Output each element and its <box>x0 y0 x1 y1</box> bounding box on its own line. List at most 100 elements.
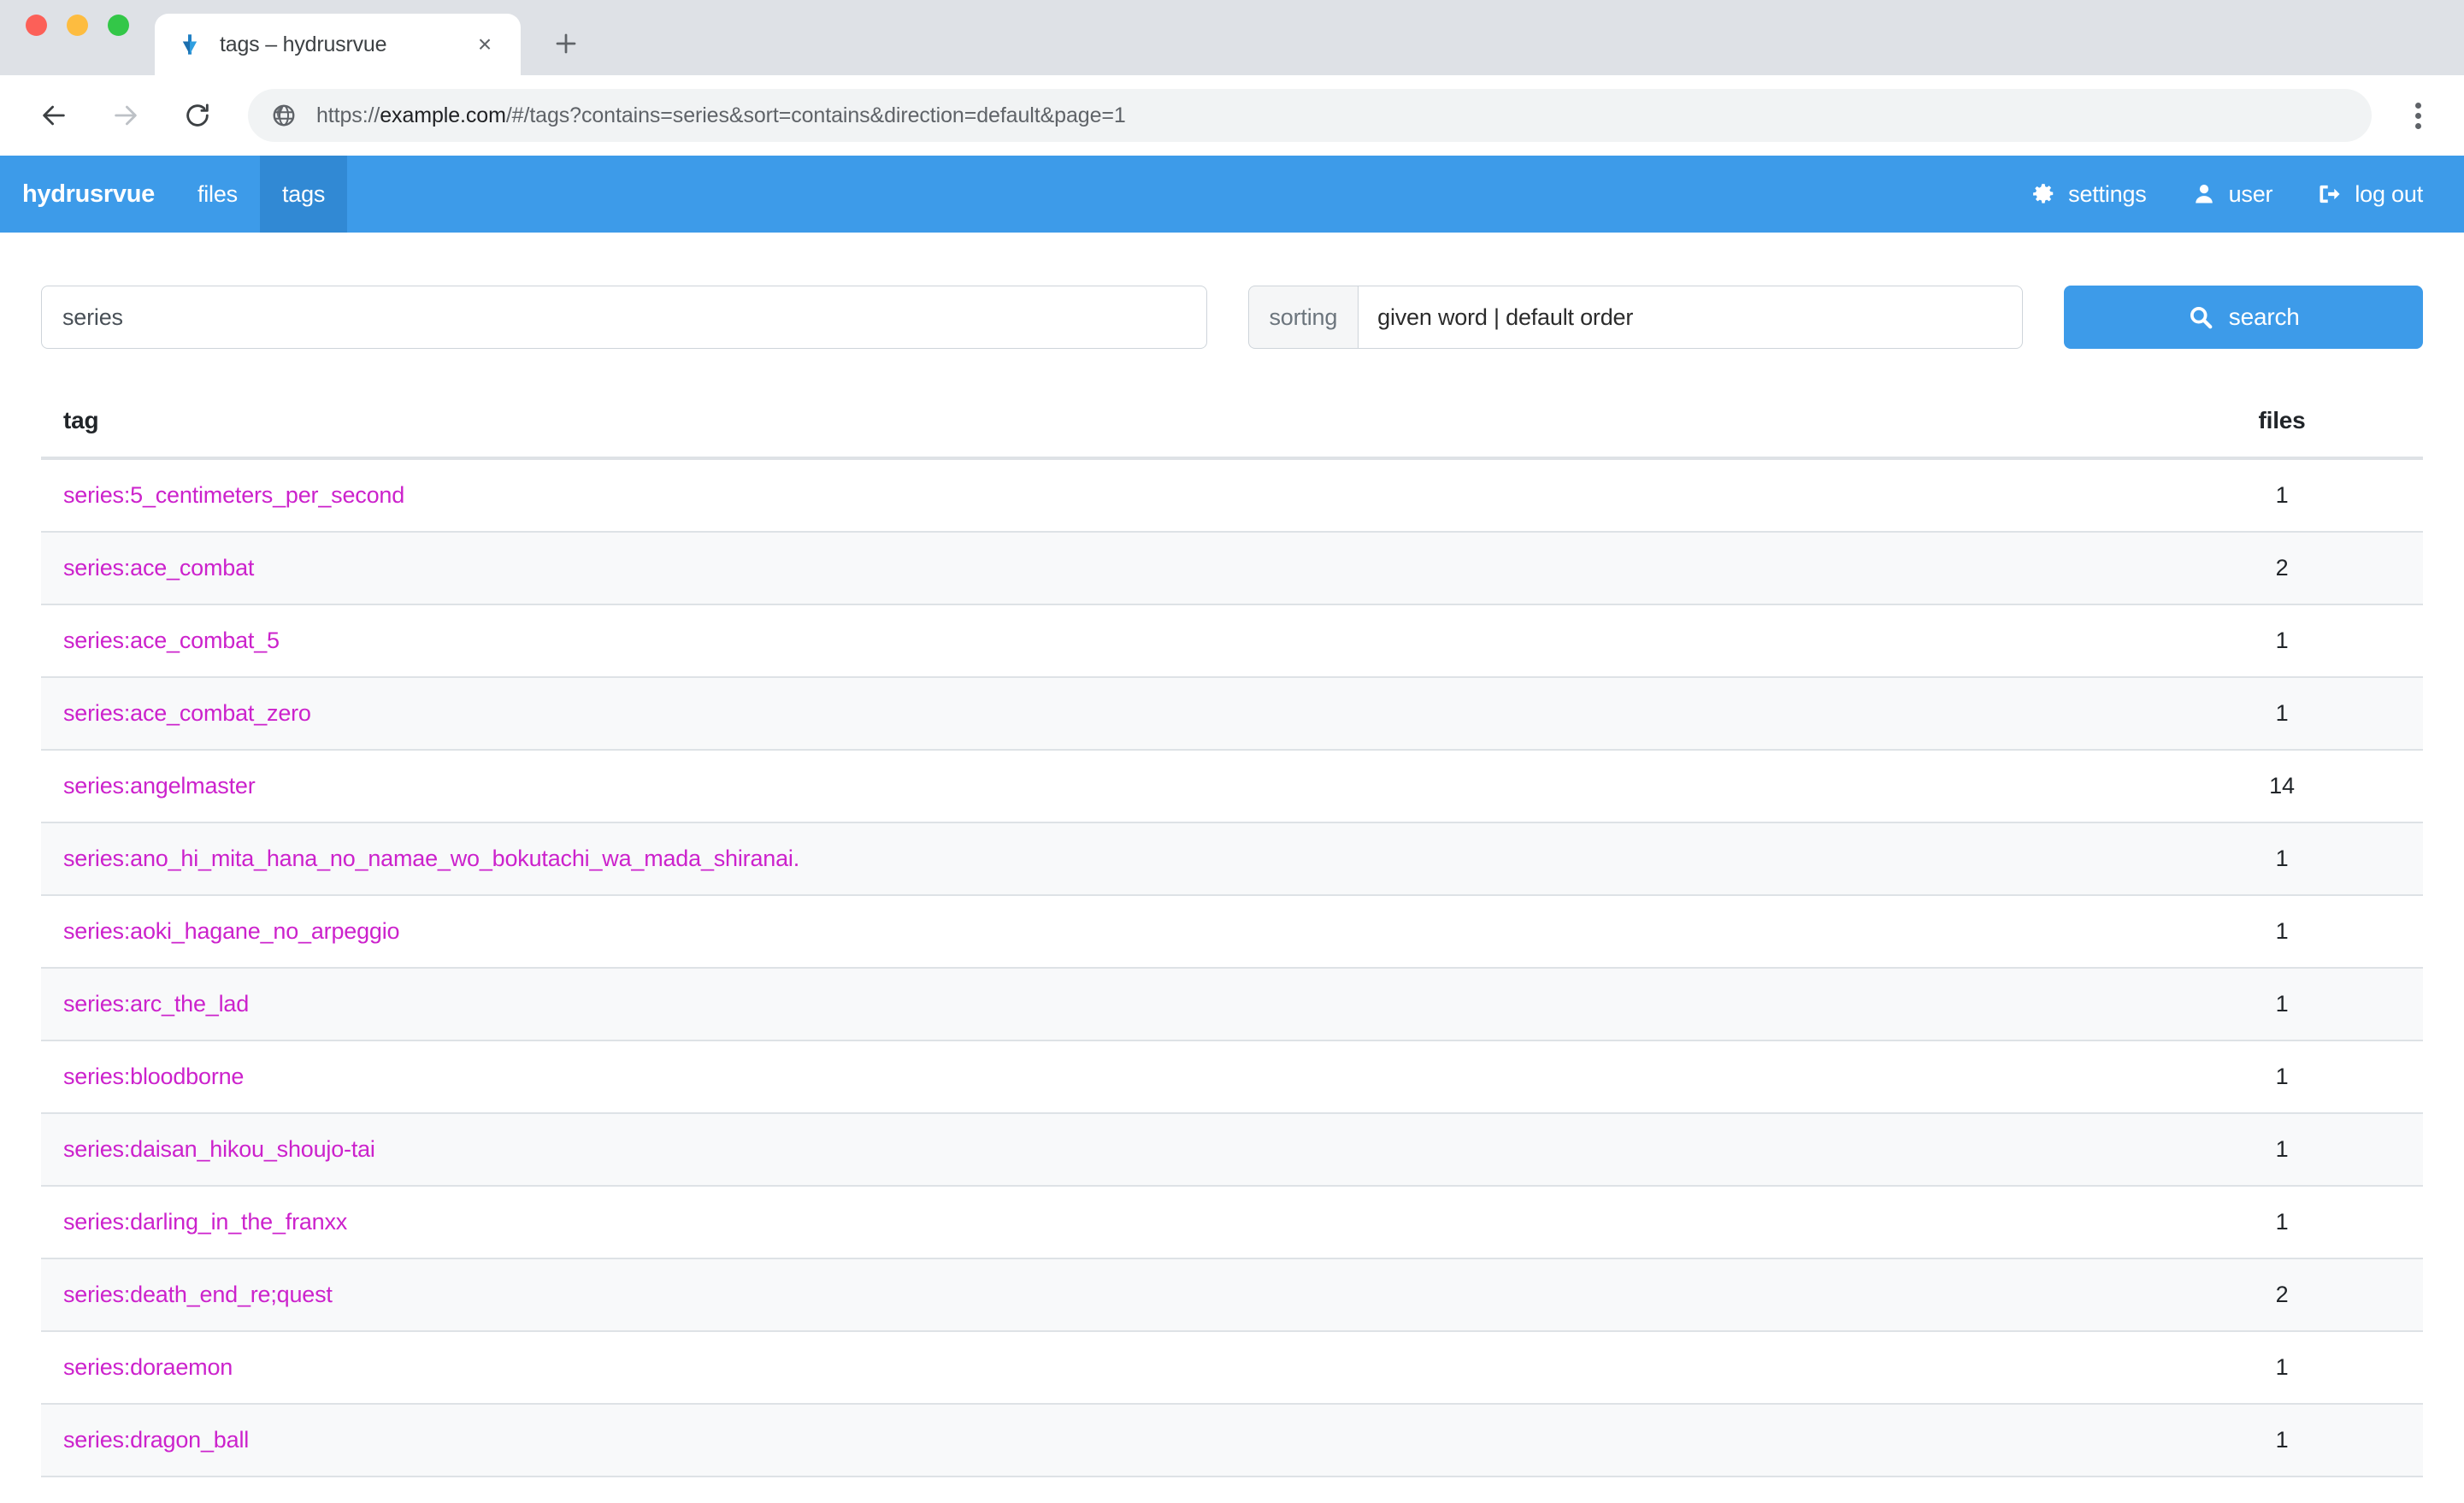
tag-link[interactable]: series:ace_combat <box>63 555 254 581</box>
tag-link[interactable]: series:ace_combat_5 <box>63 628 280 653</box>
kebab-menu-icon[interactable] <box>2394 91 2442 139</box>
nav-item-tags[interactable]: tags <box>259 156 348 233</box>
url-path: /#/tags?contains=series&sort=contains&di… <box>505 103 1126 127</box>
files-count-cell: 1 <box>2141 1331 2423 1405</box>
tag-link[interactable]: series:darling_in_the_franxx <box>63 1209 347 1235</box>
search-button[interactable]: search <box>2064 286 2423 349</box>
table-header-row: tag files <box>41 407 2423 460</box>
files-count-cell: 1 <box>2141 1040 2423 1114</box>
table-row: series:angelmaster 14 <box>41 750 2423 823</box>
table-row: series:5_centimeters_per_second 1 <box>41 458 2423 533</box>
sorting-label: sorting <box>1247 286 1359 349</box>
app-navbar: hydrusrvue files tags settings user log … <box>0 156 2464 233</box>
nav-item-logout-label: log out <box>2355 180 2423 207</box>
tag-cell: series:daisan_hikou_shoujo-tai <box>41 1113 2141 1187</box>
tag-cell: series:ace_combat <box>41 532 2141 605</box>
table-row: series:darling_in_the_franxx 1 <box>41 1186 2423 1259</box>
table-row: series:doraemon 1 <box>41 1331 2423 1405</box>
search-controls: sorting given word | default order searc… <box>41 233 2423 349</box>
nav-item-logout[interactable]: log out <box>2295 156 2445 233</box>
window-controls <box>26 0 129 75</box>
tag-search-input[interactable] <box>41 286 1207 349</box>
tag-cell: series:ace_combat_5 <box>41 604 2141 678</box>
table-row: series:ace_combat_5 1 <box>41 604 2423 678</box>
files-count-cell: 1 <box>2141 458 2423 533</box>
table-row: series:arc_the_lad 1 <box>41 968 2423 1041</box>
tag-link[interactable]: series:aoki_hagane_no_arpeggio <box>63 918 400 944</box>
navbar-right-group: settings user log out <box>2008 156 2464 233</box>
sorting-group: sorting given word | default order <box>1247 286 2024 349</box>
new-tab-button[interactable] <box>539 17 592 70</box>
table-row: series:ace_combat 2 <box>41 532 2423 605</box>
tag-link[interactable]: series:death_end_re;quest <box>63 1282 333 1307</box>
search-button-label: search <box>2228 304 2300 330</box>
url-scheme: https:// <box>316 103 380 127</box>
column-header-tag[interactable]: tag <box>41 407 2141 460</box>
page-content: sorting given word | default order searc… <box>0 233 2464 1503</box>
nav-item-settings[interactable]: settings <box>2008 156 2168 233</box>
table-row: series:bloodborne 1 <box>41 1040 2423 1114</box>
tag-link[interactable]: series:ace_combat_zero <box>63 700 311 726</box>
tag-cell: series:death_end_re;quest <box>41 1258 2141 1332</box>
nav-item-files[interactable]: files <box>175 156 260 233</box>
sorting-select[interactable]: given word | default order <box>1358 286 2024 349</box>
minimize-window-button[interactable] <box>67 14 88 36</box>
address-bar-text: https://example.com/#/tags?contains=seri… <box>316 103 1126 128</box>
nav-item-user[interactable]: user <box>2169 156 2296 233</box>
brand-logo[interactable]: hydrusrvue <box>0 156 175 233</box>
files-count-cell: 14 <box>2141 750 2423 823</box>
files-count-cell: 1 <box>2141 604 2423 678</box>
tag-link[interactable]: series:ano_hi_mita_hana_no_namae_wo_boku… <box>63 846 799 871</box>
address-bar[interactable]: https://example.com/#/tags?contains=seri… <box>248 89 2372 142</box>
table-row: series:aoki_hagane_no_arpeggio 1 <box>41 895 2423 969</box>
tags-table: tag files series:5_centimeters_per_secon… <box>41 407 2423 1477</box>
close-window-button[interactable] <box>26 14 47 36</box>
globe-icon <box>270 102 298 129</box>
back-button[interactable] <box>27 89 80 142</box>
tag-cell: series:darling_in_the_franxx <box>41 1186 2141 1259</box>
tag-link[interactable]: series:arc_the_lad <box>63 991 249 1017</box>
files-count-cell: 1 <box>2141 895 2423 969</box>
sign-out-icon <box>2317 181 2343 207</box>
tag-cell: series:bloodborne <box>41 1040 2141 1114</box>
tag-link[interactable]: series:5_centimeters_per_second <box>63 482 404 508</box>
column-header-files[interactable]: files <box>2141 407 2423 460</box>
tag-cell: series:ace_combat_zero <box>41 677 2141 751</box>
tag-cell: series:angelmaster <box>41 750 2141 823</box>
table-row: series:ano_hi_mita_hana_no_namae_wo_boku… <box>41 822 2423 896</box>
forward-button[interactable] <box>99 89 152 142</box>
tag-link[interactable]: series:angelmaster <box>63 773 256 799</box>
files-count-cell: 1 <box>2141 822 2423 896</box>
navbar-spacer <box>347 156 2008 233</box>
tag-link[interactable]: series:doraemon <box>63 1354 233 1380</box>
tag-cell: series:arc_the_lad <box>41 968 2141 1041</box>
files-count-cell: 2 <box>2141 532 2423 605</box>
browser-toolbar: https://example.com/#/tags?contains=seri… <box>0 75 2464 156</box>
table-row: series:death_end_re;quest 2 <box>41 1258 2423 1332</box>
hydrus-arrow-icon <box>177 32 203 57</box>
tags-table-body: series:5_centimeters_per_second 1 series:a… <box>41 458 2423 1477</box>
tags-table-head: tag files <box>41 407 2423 460</box>
user-icon <box>2191 181 2217 207</box>
maximize-window-button[interactable] <box>108 14 129 36</box>
tag-cell: series:5_centimeters_per_second <box>41 458 2141 533</box>
tag-link[interactable]: series:bloodborne <box>63 1064 244 1089</box>
nav-item-user-label: user <box>2228 180 2273 207</box>
search-icon <box>2188 304 2213 330</box>
files-count-cell: 1 <box>2141 1186 2423 1259</box>
tab-title: tags – hydrusrvue <box>220 32 387 56</box>
files-count-cell: 1 <box>2141 1113 2423 1187</box>
tag-cell: series:ano_hi_mita_hana_no_namae_wo_boku… <box>41 822 2141 896</box>
url-host: example.com <box>380 103 506 127</box>
reload-button[interactable] <box>171 89 224 142</box>
gear-icon <box>2031 181 2056 207</box>
tag-cell: series:dragon_ball <box>41 1404 2141 1477</box>
tag-link[interactable]: series:dragon_ball <box>63 1427 249 1453</box>
close-icon[interactable]: × <box>468 27 502 62</box>
files-count-cell: 1 <box>2141 677 2423 751</box>
nav-item-settings-label: settings <box>2068 180 2147 207</box>
browser-tab[interactable]: tags – hydrusrvue × <box>155 14 521 75</box>
tab-strip: tags – hydrusrvue × <box>155 0 592 75</box>
tag-link[interactable]: series:daisan_hikou_shoujo-tai <box>63 1136 375 1162</box>
browser-window: tags – hydrusrvue × https://example.com/… <box>0 0 2464 1503</box>
